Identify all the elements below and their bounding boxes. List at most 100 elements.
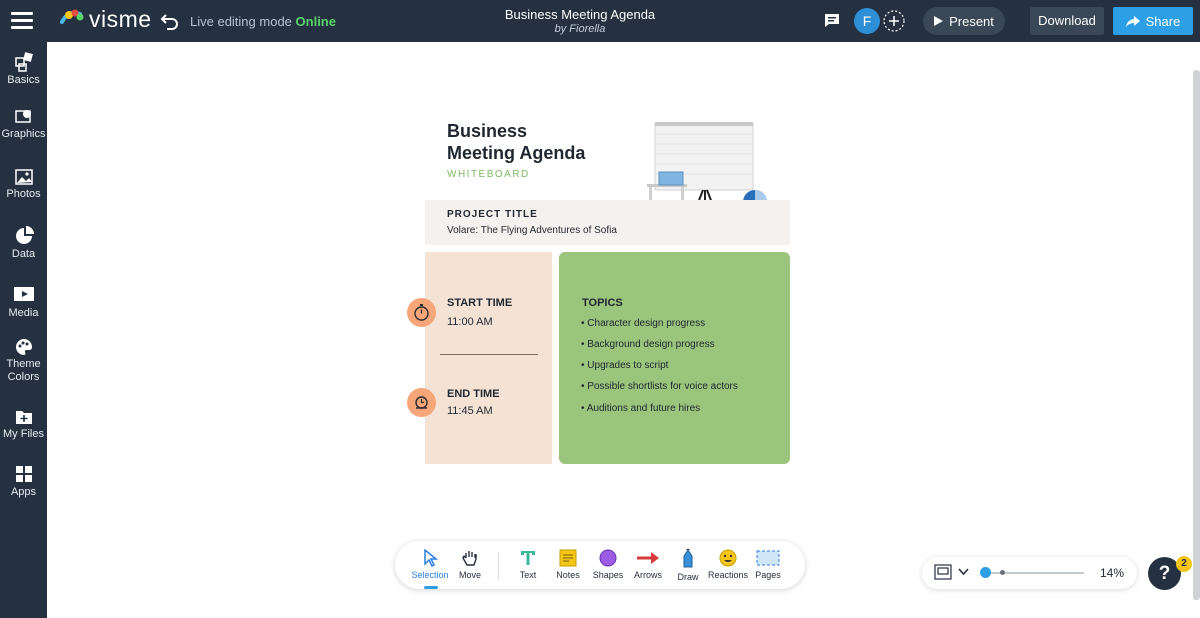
- media-icon: [13, 287, 34, 301]
- tool-shapes[interactable]: Shapes: [586, 549, 630, 580]
- sidebar-item-graphics[interactable]: Graphics: [0, 108, 47, 141]
- tool-label: Arrows: [633, 570, 662, 580]
- zoom-level: 14%: [1100, 566, 1125, 580]
- topic-item[interactable]: • Auditions and future hires: [581, 403, 700, 414]
- active-tool-indicator: [424, 586, 438, 589]
- present-button[interactable]: Present: [923, 7, 1005, 35]
- undo-icon[interactable]: [160, 11, 180, 31]
- agenda-title-line1: Business: [447, 121, 528, 141]
- tool-draw[interactable]: Draw: [666, 549, 710, 582]
- sidebar-item-data[interactable]: Data: [0, 226, 47, 261]
- basics-icon: [14, 52, 33, 72]
- tool-text[interactable]: Text: [506, 549, 550, 580]
- tool-reactions[interactable]: Reactions: [706, 549, 750, 580]
- play-icon: [934, 16, 944, 26]
- agenda-artboard[interactable]: Business Meeting Agenda WHITEBOARD PROJE…: [407, 98, 790, 470]
- topic-text: Character design progress: [587, 318, 706, 329]
- tool-pages[interactable]: Pages: [746, 549, 790, 580]
- palette-icon: [15, 339, 32, 355]
- end-time-label[interactable]: END TIME: [447, 388, 500, 400]
- project-title-value[interactable]: Volare: The Flying Adventures of Sofia: [447, 225, 617, 236]
- zoom-slider-marker: [1000, 570, 1005, 575]
- toolbar-separator: [498, 552, 499, 580]
- tool-label: Pages: [755, 570, 781, 580]
- topic-text: Background design progress: [587, 339, 715, 350]
- tool-move[interactable]: Move: [448, 549, 492, 580]
- sidebar-item-label: Graphics: [1, 128, 46, 140]
- sidebar-item-basics[interactable]: Basics: [0, 50, 47, 87]
- topics-panel[interactable]: [559, 252, 790, 464]
- visme-logo-icon: [60, 9, 84, 24]
- tool-arrows[interactable]: Arrows: [626, 549, 670, 580]
- tool-label: Notes: [556, 570, 580, 580]
- top-bar: visme Live editing mode Online Business …: [0, 0, 1200, 42]
- download-button[interactable]: Download: [1030, 7, 1104, 35]
- sidebar-item-theme-colors[interactable]: Theme Colors: [0, 338, 47, 384]
- document-title[interactable]: Business Meeting Agenda: [480, 7, 680, 22]
- topic-item[interactable]: • Upgrades to script: [581, 360, 668, 371]
- sidebar-item-media[interactable]: Media: [0, 285, 47, 320]
- project-title-box[interactable]: [425, 200, 790, 245]
- sidebar-item-photos[interactable]: Photos: [0, 168, 47, 201]
- topic-item[interactable]: • Character design progress: [581, 318, 705, 329]
- sidebar-item-label: Media: [8, 307, 39, 319]
- user-avatar[interactable]: F: [854, 8, 880, 34]
- comment-icon[interactable]: [824, 13, 840, 28]
- menu-icon[interactable]: [11, 12, 33, 30]
- stopwatch-icon[interactable]: [407, 298, 436, 327]
- tool-label: Text: [519, 570, 537, 580]
- pages-icon: [756, 550, 780, 566]
- text-icon: [521, 551, 535, 565]
- sidebar-item-label: My Files: [3, 428, 44, 440]
- sidebar-item-label: Basics: [7, 74, 40, 86]
- vertical-scrollbar[interactable]: [1193, 70, 1200, 600]
- chevron-down-icon[interactable]: [958, 568, 969, 576]
- stopwatch-glyph: [414, 304, 429, 321]
- end-time-value[interactable]: 11:45 AM: [447, 405, 493, 417]
- pie-chart-icon: [15, 226, 34, 244]
- pen-icon: [683, 549, 693, 568]
- sidebar-item-label: Photos: [6, 188, 41, 200]
- tool-label: Move: [458, 570, 481, 580]
- topic-item[interactable]: • Background design progress: [581, 339, 715, 350]
- hand-icon: [462, 551, 477, 566]
- topic-item[interactable]: • Possible shortlists for voice actors: [581, 381, 738, 392]
- live-editing-status: Live editing mode Online: [190, 14, 336, 29]
- arrow-icon: [637, 552, 659, 564]
- tool-label: Selection: [411, 570, 449, 580]
- sidebar-item-my-files[interactable]: My Files: [0, 408, 47, 441]
- topic-text: Upgrades to script: [587, 360, 669, 371]
- logo-text: visme: [89, 6, 152, 32]
- start-time-label[interactable]: START TIME: [447, 297, 512, 309]
- time-divider: [440, 354, 538, 355]
- topics-title[interactable]: TOPICS: [582, 297, 623, 309]
- project-title-label[interactable]: PROJECT TITLE: [447, 209, 538, 220]
- agenda-subtitle[interactable]: WHITEBOARD: [447, 169, 530, 180]
- emoji-icon: [719, 549, 737, 567]
- zoom-slider-handle[interactable]: [980, 567, 991, 578]
- sidebar-item-apps[interactable]: Apps: [0, 464, 47, 499]
- tool-selection[interactable]: Selection: [408, 549, 452, 580]
- visme-logo[interactable]: visme: [60, 6, 152, 32]
- tool-notes[interactable]: Notes: [546, 549, 590, 580]
- share-button[interactable]: Share: [1113, 7, 1193, 35]
- online-status: Online: [295, 14, 336, 29]
- tool-label: Draw: [677, 572, 699, 582]
- sidebar-item-label: Data: [11, 248, 36, 260]
- agenda-title[interactable]: Business Meeting Agenda: [447, 120, 585, 164]
- present-label: Present: [949, 13, 994, 29]
- add-collaborator-icon[interactable]: [882, 9, 906, 33]
- time-panel[interactable]: [425, 252, 552, 464]
- tool-label: Reactions: [707, 570, 749, 580]
- sidebar-item-label: Theme Colors: [6, 358, 41, 383]
- grid-icon: [15, 466, 32, 482]
- sidebar-item-label: Apps: [10, 486, 37, 498]
- live-editing-label: Live editing mode: [190, 14, 292, 29]
- start-time-value[interactable]: 11:00 AM: [447, 316, 493, 328]
- share-arrow-icon: [1125, 15, 1140, 27]
- note-icon: [559, 549, 577, 567]
- page-view-icon[interactable]: [934, 564, 952, 580]
- photos-icon: [14, 169, 33, 185]
- alarm-icon[interactable]: [407, 388, 436, 417]
- agenda-title-line2: Meeting Agenda: [447, 143, 586, 163]
